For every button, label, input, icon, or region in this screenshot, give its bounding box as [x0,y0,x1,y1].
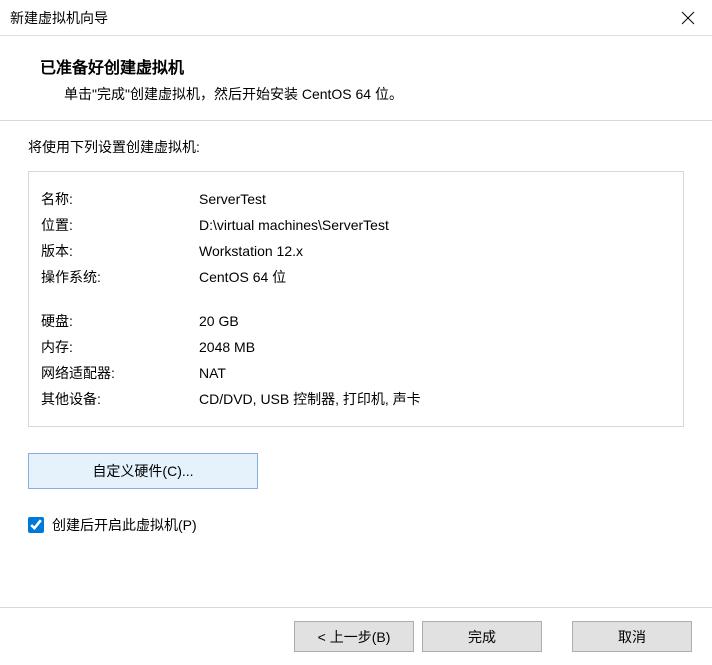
summary-row: 操作系统: CentOS 64 位 [41,264,671,290]
wizard-header: 已准备好创建虚拟机 单击"完成"创建虚拟机，然后开始安装 CentOS 64 位… [0,36,712,120]
content-area: 将使用下列设置创建虚拟机: 名称: ServerTest 位置: D:\virt… [0,121,712,545]
settings-summary-box: 名称: ServerTest 位置: D:\virtual machines\S… [28,171,684,427]
page-title: 已准备好创建虚拟机 [40,54,692,78]
titlebar: 新建虚拟机向导 [0,0,712,36]
summary-row: 网络适配器: NAT [41,360,671,386]
cancel-button[interactable]: 取消 [572,621,692,652]
summary-label: 名称: [41,186,199,212]
summary-row: 位置: D:\virtual machines\ServerTest [41,212,671,238]
summary-label: 其他设备: [41,386,199,412]
wizard-footer: < 上一步(B) 完成 取消 [0,607,712,665]
summary-value: D:\virtual machines\ServerTest [199,212,389,238]
summary-row: 硬盘: 20 GB [41,308,671,334]
finish-button[interactable]: 完成 [422,621,542,652]
customize-hardware-button[interactable]: 自定义硬件(C)... [28,453,258,489]
close-button[interactable] [664,0,712,36]
intro-text: 将使用下列设置创建虚拟机: [28,137,684,157]
close-icon [681,11,695,25]
summary-row: 其他设备: CD/DVD, USB 控制器, 打印机, 声卡 [41,386,671,412]
summary-row: 内存: 2048 MB [41,334,671,360]
summary-label: 版本: [41,238,199,264]
power-on-checkbox[interactable] [28,517,44,533]
page-subtitle: 单击"完成"创建虚拟机，然后开始安装 CentOS 64 位。 [40,84,692,104]
summary-label: 位置: [41,212,199,238]
power-on-checkbox-row[interactable]: 创建后开启此虚拟机(P) [28,515,684,535]
window-title: 新建虚拟机向导 [10,8,108,28]
back-button[interactable]: < 上一步(B) [294,621,414,652]
summary-label: 操作系统: [41,264,199,290]
summary-row: 名称: ServerTest [41,186,671,212]
summary-value: CentOS 64 位 [199,264,286,290]
summary-label: 硬盘: [41,308,199,334]
summary-value: CD/DVD, USB 控制器, 打印机, 声卡 [199,386,421,412]
summary-label: 网络适配器: [41,360,199,386]
summary-value: NAT [199,360,226,386]
summary-value: 20 GB [199,308,239,334]
summary-value: Workstation 12.x [199,238,303,264]
summary-label: 内存: [41,334,199,360]
power-on-label: 创建后开启此虚拟机(P) [52,515,197,535]
summary-value: 2048 MB [199,334,255,360]
summary-row: 版本: Workstation 12.x [41,238,671,264]
summary-value: ServerTest [199,186,266,212]
